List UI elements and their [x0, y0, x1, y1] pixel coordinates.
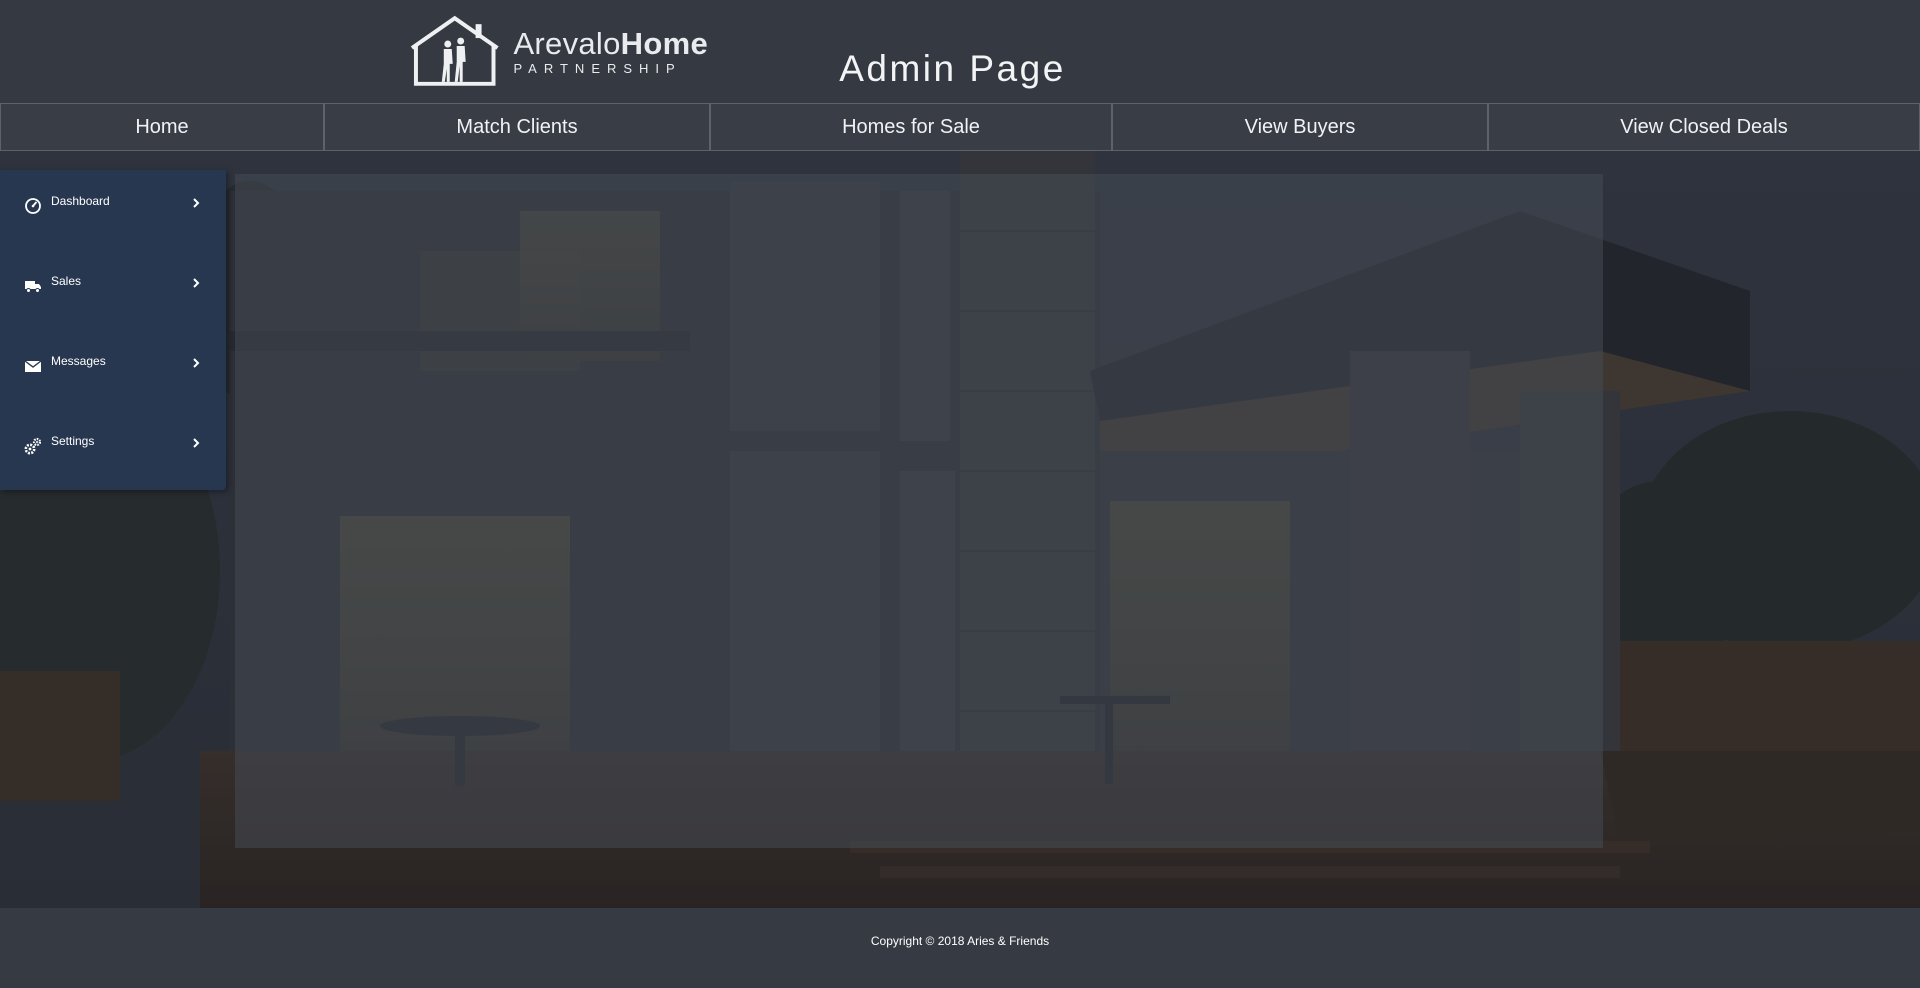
nav-match-clients[interactable]: Match Clients: [324, 103, 710, 151]
sidebar-item-sales[interactable]: Sales: [0, 250, 226, 330]
chevron-right-icon: [193, 278, 200, 288]
sidebar-item-label: Dashboard: [51, 194, 110, 208]
sidebar-item-dashboard[interactable]: Dashboard: [0, 170, 226, 250]
site-footer: Copyright © 2018 Aries & Friends: [0, 908, 1920, 988]
nav-view-buyers[interactable]: View Buyers: [1112, 103, 1488, 151]
nav-homes-for-sale[interactable]: Homes for Sale: [710, 103, 1112, 151]
logo-wordmark: ArevaloHome PARTNERSHIP: [513, 28, 708, 75]
site-header: ArevaloHome PARTNERSHIP Admin Page: [0, 0, 1920, 103]
chevron-right-icon: [193, 438, 200, 448]
sidebar-item-messages[interactable]: Messages: [0, 330, 226, 410]
logo-text-light: Arevalo: [513, 25, 621, 61]
top-navigation: Home Match Clients Homes for Sale View B…: [0, 103, 1920, 151]
logo-text-bold: Home: [620, 25, 708, 61]
sidebar-item-label: Sales: [51, 274, 82, 288]
sidebar-item-label: Settings: [51, 434, 95, 448]
site-logo[interactable]: ArevaloHome PARTNERSHIP: [408, 14, 708, 88]
sidebar-menu: Dashboard Sales Messages Settings: [0, 170, 226, 490]
gears-icon: [24, 437, 42, 455]
house-logo-icon: [410, 15, 499, 86]
page-title: Admin Page: [839, 48, 1066, 89]
nav-home[interactable]: Home: [0, 103, 324, 151]
truck-icon: [25, 281, 41, 293]
hero-background: [0, 151, 1920, 908]
logo-subtext: PARTNERSHIP: [513, 60, 682, 76]
sidebar-item-settings[interactable]: Settings: [0, 410, 226, 490]
copyright-text: Copyright © 2018 Aries & Friends: [870, 934, 1050, 948]
dashboard-gauge-icon: [25, 198, 41, 214]
envelope-icon: [24, 360, 42, 372]
nav-view-closed-deals[interactable]: View Closed Deals: [1488, 103, 1920, 151]
sidebar-item-label: Messages: [51, 354, 106, 368]
chevron-right-icon: [193, 198, 200, 208]
main-content-panel: [235, 174, 1603, 848]
chevron-right-icon: [193, 358, 200, 368]
